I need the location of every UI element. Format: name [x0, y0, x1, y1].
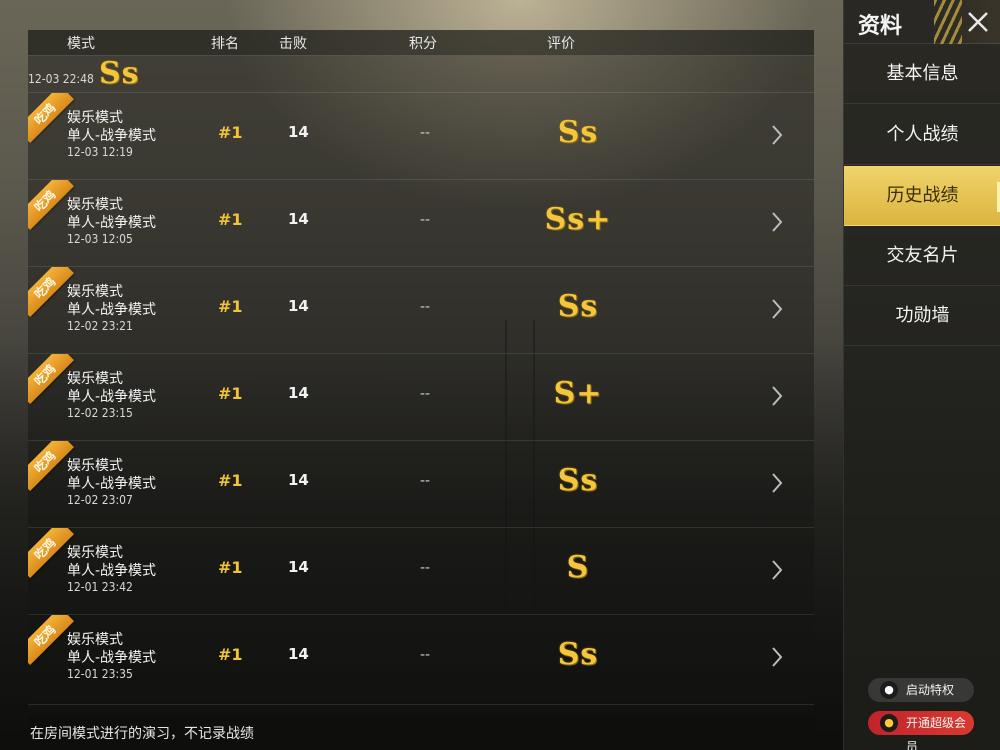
match-time: 12-02 23:07 [67, 493, 133, 507]
match-score: -- [420, 560, 431, 576]
match-mode: 娱乐模式 [67, 110, 123, 126]
privilege-label: 启动特权 [906, 683, 955, 697]
sidebar-header: 资料 [844, 0, 1000, 44]
match-rating: Ss [557, 289, 599, 324]
chevron-right-icon[interactable] [770, 645, 784, 669]
match-kills: 14 [288, 558, 309, 576]
match-score: -- [420, 386, 431, 402]
match-mode: 娱乐模式 [67, 197, 123, 213]
match-kills: 14 [288, 384, 309, 402]
match-kills: 14 [288, 645, 309, 663]
match-submode: 单人-战争模式 [67, 650, 157, 666]
vip-button[interactable]: ● 开通超级会员 [868, 711, 974, 750]
match-score: -- [420, 212, 431, 228]
chevron-right-icon[interactable] [770, 384, 784, 408]
footer-note: 在房间模式进行的演习，不记录战绩 [28, 714, 814, 750]
match-mode: 娱乐模式 [67, 545, 123, 561]
match-rating: S [566, 550, 590, 585]
match-score: -- [420, 647, 431, 663]
sidebar-title: 资料 [858, 14, 903, 39]
match-score: -- [420, 299, 431, 315]
match-rating: S+ [553, 376, 603, 411]
header-score: 积分 [409, 36, 437, 52]
match-rank: #1 [218, 558, 243, 577]
match-rank: #1 [218, 210, 243, 229]
match-row-partial[interactable]: 12-03 22:48 Ss [28, 56, 814, 92]
match-rating: Ss+ [544, 202, 612, 237]
header-rating: 评价 [547, 36, 575, 52]
chevron-right-icon[interactable] [770, 210, 784, 234]
header-rank: 排名 [211, 36, 239, 52]
table-header: 模式 排名 击败 积分 评价 [28, 30, 814, 56]
match-row-partial-bottom[interactable] [28, 704, 814, 714]
match-time: 12-01 23:35 [67, 667, 133, 681]
sidebar-item-honor-wall[interactable]: 功勋墙 [844, 286, 1000, 346]
match-row[interactable]: 吃鸡 娱乐模式 单人-战争模式 12-02 23:15 #1 14 -- S+ [28, 353, 814, 440]
match-rank: #1 [218, 297, 243, 316]
match-mode: 娱乐模式 [67, 284, 123, 300]
match-rating: Ss [99, 56, 140, 91]
match-rating: Ss [557, 115, 599, 150]
match-submode: 单人-战争模式 [67, 563, 157, 579]
sidebar-item-match-history[interactable]: 历史战绩 [844, 166, 1000, 226]
chevron-right-icon[interactable] [770, 297, 784, 321]
chevron-right-icon[interactable] [770, 471, 784, 495]
privilege-button[interactable]: ● 启动特权 [868, 678, 974, 702]
match-kills: 14 [288, 471, 309, 489]
qq-penguin-icon: ● [880, 714, 898, 732]
profile-sidebar: 资料 基本信息 个人战绩 历史战绩 交友名片 功勋墙 [843, 0, 1000, 750]
match-score: -- [420, 473, 431, 489]
match-row[interactable]: 吃鸡 娱乐模式 单人-战争模式 12-03 12:05 #1 14 -- Ss+ [28, 179, 814, 266]
match-rating: Ss [557, 637, 599, 672]
match-kills: 14 [288, 297, 309, 315]
match-submode: 单人-战争模式 [67, 389, 157, 405]
sidebar-item-friend-card[interactable]: 交友名片 [844, 226, 1000, 286]
match-row[interactable]: 吃鸡 娱乐模式 单人-战争模式 12-01 23:35 #1 14 -- Ss [28, 614, 814, 701]
match-submode: 单人-战争模式 [67, 215, 157, 231]
chevron-right-icon[interactable] [770, 123, 784, 147]
match-mode: 娱乐模式 [67, 632, 123, 648]
sidebar-item-basic-info[interactable]: 基本信息 [844, 44, 1000, 104]
match-mode: 娱乐模式 [67, 371, 123, 387]
match-list[interactable]: 12-03 22:48 Ss 吃鸡 娱乐模式 单人-战争模式 12-03 12:… [28, 56, 814, 714]
match-rank: #1 [218, 384, 243, 403]
match-kills: 14 [288, 210, 309, 228]
match-rank: #1 [218, 471, 243, 490]
qq-penguin-icon: ● [880, 681, 898, 699]
match-row[interactable]: 吃鸡 娱乐模式 单人-战争模式 12-02 23:07 #1 14 -- Ss [28, 440, 814, 527]
match-history-panel: 模式 排名 击败 积分 评价 12-03 22:48 Ss 吃鸡 娱乐模式 单人… [28, 30, 814, 714]
match-row[interactable]: 吃鸡 娱乐模式 单人-战争模式 12-03 12:19 #1 14 -- Ss [28, 92, 814, 179]
match-time: 12-01 23:42 [67, 580, 133, 594]
match-time: 12-03 12:19 [67, 145, 133, 159]
match-row[interactable]: 吃鸡 娱乐模式 单人-战争模式 12-01 23:42 #1 14 -- S [28, 527, 814, 614]
match-rating: Ss [557, 463, 599, 498]
match-submode: 单人-战争模式 [67, 476, 157, 492]
header-kills: 击败 [279, 36, 307, 52]
match-time: 12-03 12:05 [67, 232, 133, 246]
match-score: -- [420, 125, 431, 141]
match-time: 12-03 22:48 [28, 72, 94, 86]
match-submode: 单人-战争模式 [67, 302, 157, 318]
sidebar-item-personal-stats[interactable]: 个人战绩 [844, 105, 1000, 165]
match-rank: #1 [218, 123, 243, 142]
match-mode: 娱乐模式 [67, 458, 123, 474]
match-row[interactable]: 吃鸡 娱乐模式 单人-战争模式 12-02 23:21 #1 14 -- Ss [28, 266, 814, 353]
match-submode: 单人-战争模式 [67, 128, 157, 144]
close-icon[interactable] [962, 6, 994, 38]
match-rank: #1 [218, 645, 243, 664]
match-kills: 14 [288, 123, 309, 141]
header-mode: 模式 [67, 36, 95, 52]
decorative-stripes [934, 0, 962, 44]
match-time: 12-02 23:21 [67, 319, 133, 333]
match-time: 12-02 23:15 [67, 406, 133, 420]
chevron-right-icon[interactable] [770, 558, 784, 582]
